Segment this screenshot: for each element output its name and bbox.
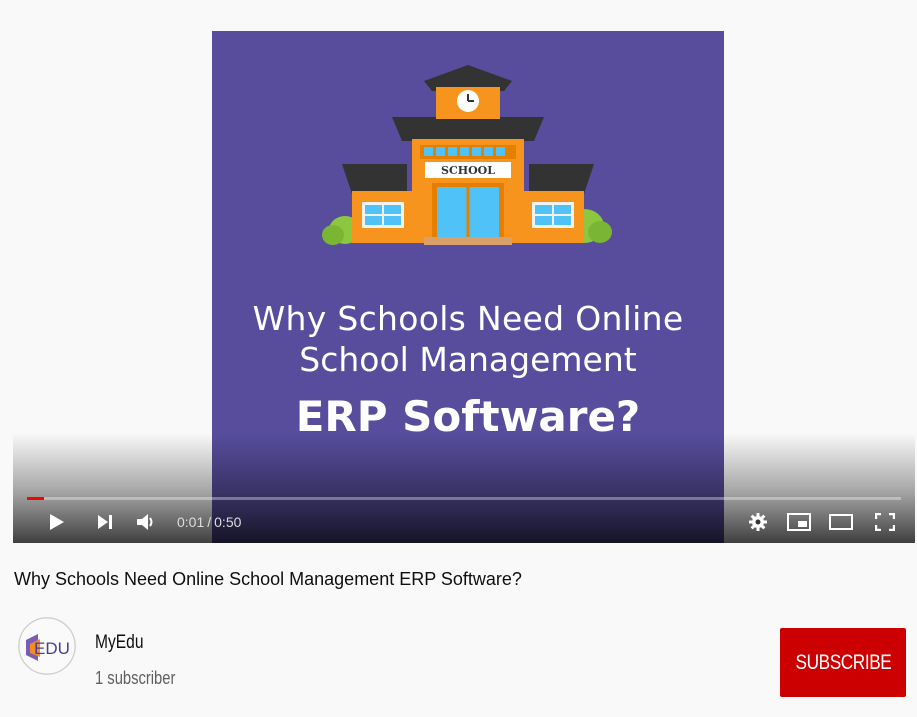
video-title: Why Schools Need Online School Managemen… [14,569,522,589]
play-button[interactable] [41,504,71,540]
thumbnail-title-line-2: School Management [299,340,637,379]
thumbnail-title-line-1: Why Schools Need Online [252,299,684,338]
theater-icon [829,514,853,530]
settings-button[interactable] [745,504,771,540]
time-separator: / [207,514,212,530]
progress-played [27,497,45,500]
fullscreen-button[interactable] [871,504,899,540]
gear-icon [749,513,767,531]
theater-mode-button[interactable] [827,504,855,540]
volume-icon [137,514,153,530]
svg-text:SCHOOL: SCHOOL [441,164,495,177]
miniplayer-icon [787,513,811,531]
progress-bar[interactable] [27,497,901,500]
channel-avatar[interactable]: EDU [18,617,76,675]
subscriber-count: 1 subscriber [95,668,176,688]
duration: 0:50 [214,514,242,530]
subscribe-label: SUBSCRIBE [795,650,891,674]
play-icon [50,514,64,530]
video-player[interactable]: SCHOOL Why Schools Need Online School Ma… [13,0,915,543]
miniplayer-button[interactable] [785,504,813,540]
subscribe-button[interactable]: SUBSCRIBE [780,628,906,697]
volume-button[interactable] [133,504,159,540]
next-button[interactable] [93,504,117,540]
svg-text:EDU: EDU [34,639,70,658]
next-icon [98,515,112,529]
player-controls: 0:01/0:50 [13,504,915,540]
fullscreen-icon [875,513,895,531]
channel-name[interactable]: MyEdu [95,632,143,654]
time-display: 0:01/0:50 [177,514,241,530]
current-time: 0:01 [177,514,205,530]
channel-logo: EDU [18,617,76,675]
